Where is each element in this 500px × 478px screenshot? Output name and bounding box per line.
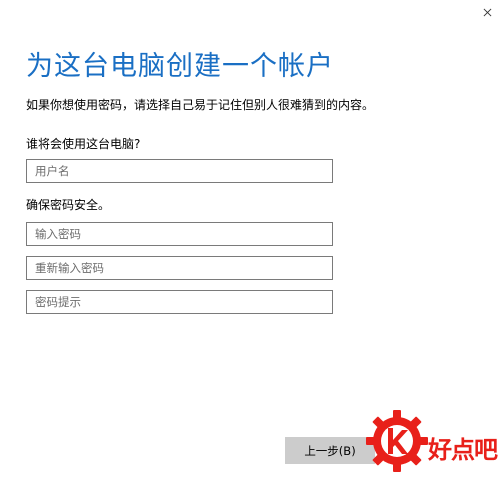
password-security-label: 确保密码安全。: [26, 198, 111, 212]
close-icon: [483, 2, 492, 21]
password-hint-input[interactable]: 密码提示: [26, 290, 333, 314]
password-input[interactable]: 输入密码: [26, 222, 333, 246]
page-subtitle: 如果你想使用密码，请选择自己易于记住但别人很难猜到的内容。: [26, 98, 375, 112]
account-setup-window: 为这台电脑创建一个帐户 如果你想使用密码，请选择自己易于记住但别人很难猜到的内容…: [0, 0, 500, 478]
page-title: 为这台电脑创建一个帐户: [26, 51, 334, 82]
confirm-password-input[interactable]: 重新输入密码: [26, 256, 333, 280]
username-input[interactable]: 用户名: [26, 159, 333, 183]
gear-logo-icon: [366, 410, 428, 472]
who-will-use-label: 谁将会使用这台电脑?: [26, 137, 141, 151]
back-button[interactable]: 上一步(B): [285, 437, 375, 464]
watermark-text: 好点吧: [428, 436, 498, 464]
close-button[interactable]: [474, 0, 500, 22]
watermark-logo: 好点吧: [364, 408, 500, 478]
